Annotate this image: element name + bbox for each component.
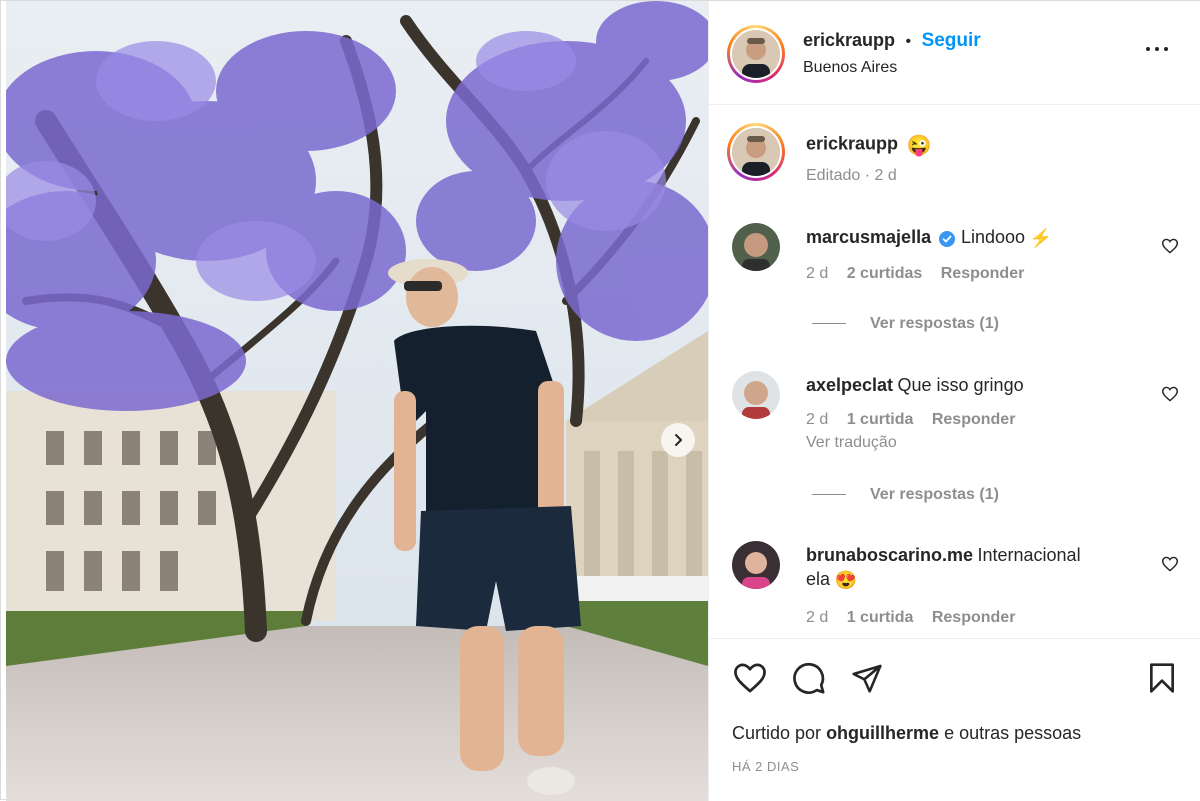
post-header: erickraupp • Seguir Buenos Aires — [709, 1, 1200, 105]
commenter-avatar[interactable] — [732, 541, 780, 589]
avatar-image — [732, 128, 780, 176]
avatar-image — [732, 541, 780, 589]
chevron-right-icon — [675, 434, 682, 446]
comment-emoji: ⚡ — [1029, 228, 1052, 249]
comment-text-continued: ela — [806, 569, 831, 589]
header-separator: • — [905, 33, 912, 50]
comment-text: Que isso gringo — [897, 375, 1024, 395]
verified-badge-icon — [938, 230, 955, 247]
view-replies-button[interactable]: Ver respostas (1) — [812, 315, 999, 333]
see-translation-button[interactable]: Ver tradução — [806, 434, 897, 452]
comment-username[interactable]: marcusmajella — [806, 227, 931, 247]
caption-emoji: 😜 — [906, 135, 932, 157]
comment-likes[interactable]: 2 curtidas — [847, 265, 923, 282]
comment-username[interactable]: brunaboscarino.me — [806, 545, 973, 565]
more-icon — [1146, 47, 1150, 51]
more-options-button[interactable] — [1146, 43, 1172, 55]
comment-username[interactable]: axelpeclat — [806, 375, 893, 395]
heart-icon — [734, 663, 766, 693]
commenter-avatar[interactable] — [732, 371, 780, 419]
comment-text: Internacional — [977, 545, 1081, 565]
avatar-image — [732, 30, 780, 78]
reply-button[interactable]: Responder — [932, 411, 1016, 428]
comment-icon — [793, 662, 825, 694]
share-button[interactable] — [850, 662, 884, 694]
commenter-avatar[interactable] — [732, 223, 780, 271]
comment-text: Lindooo — [960, 227, 1026, 247]
liked-by-text: Curtido por ohguillherme e outras pessoa… — [732, 723, 1081, 744]
post-location[interactable]: Buenos Aires — [803, 59, 897, 77]
post-side-panel: erickraupp • Seguir Buenos Aires erickra… — [708, 1, 1200, 801]
author-avatar[interactable] — [727, 25, 785, 83]
comment-like-heart-icon[interactable] — [1161, 238, 1179, 254]
avatar-image — [732, 371, 780, 419]
comment-likes[interactable]: 1 curtida — [847, 609, 914, 626]
comment-time: 2 d — [806, 609, 829, 626]
reply-button[interactable]: Responder — [932, 609, 1016, 626]
comment-time: 2 d — [806, 411, 829, 428]
comment-like-heart-icon[interactable] — [1161, 386, 1179, 402]
save-button[interactable] — [1147, 662, 1177, 694]
caption-username[interactable]: erickraupp — [806, 134, 898, 154]
follow-button[interactable]: Seguir — [922, 30, 981, 51]
photo-illustration — [6, 1, 708, 801]
post-timestamp[interactable]: HÁ 2 DIAS — [732, 759, 799, 774]
next-photo-button[interactable] — [661, 423, 695, 457]
post-actions: Curtido por ohguillherme e outras pessoa… — [709, 638, 1200, 801]
comment-button[interactable] — [791, 661, 827, 695]
avatar-image — [732, 223, 780, 271]
view-replies-button[interactable]: Ver respostas (1) — [812, 486, 999, 504]
bookmark-icon — [1150, 663, 1174, 693]
comment-like-heart-icon[interactable] — [1161, 556, 1179, 572]
caption-meta: Editado · 2 d — [806, 167, 897, 184]
liked-by-user[interactable]: ohguillherme — [826, 723, 939, 743]
share-icon — [852, 664, 882, 693]
post-photo — [6, 1, 708, 801]
comment-likes[interactable]: 1 curtida — [847, 411, 914, 428]
comment-time: 2 d — [806, 265, 829, 282]
reply-button[interactable]: Responder — [941, 265, 1025, 282]
post-modal: erickraupp • Seguir Buenos Aires erickra… — [0, 0, 1200, 801]
liked-by-suffix[interactable]: e outras pessoas — [944, 723, 1081, 743]
like-button[interactable] — [732, 662, 768, 694]
author-username[interactable]: erickraupp — [803, 30, 895, 50]
comment-emoji: 😍 — [834, 570, 857, 591]
liked-by-prefix: Curtido por — [732, 723, 822, 743]
caption-avatar[interactable] — [727, 123, 785, 181]
